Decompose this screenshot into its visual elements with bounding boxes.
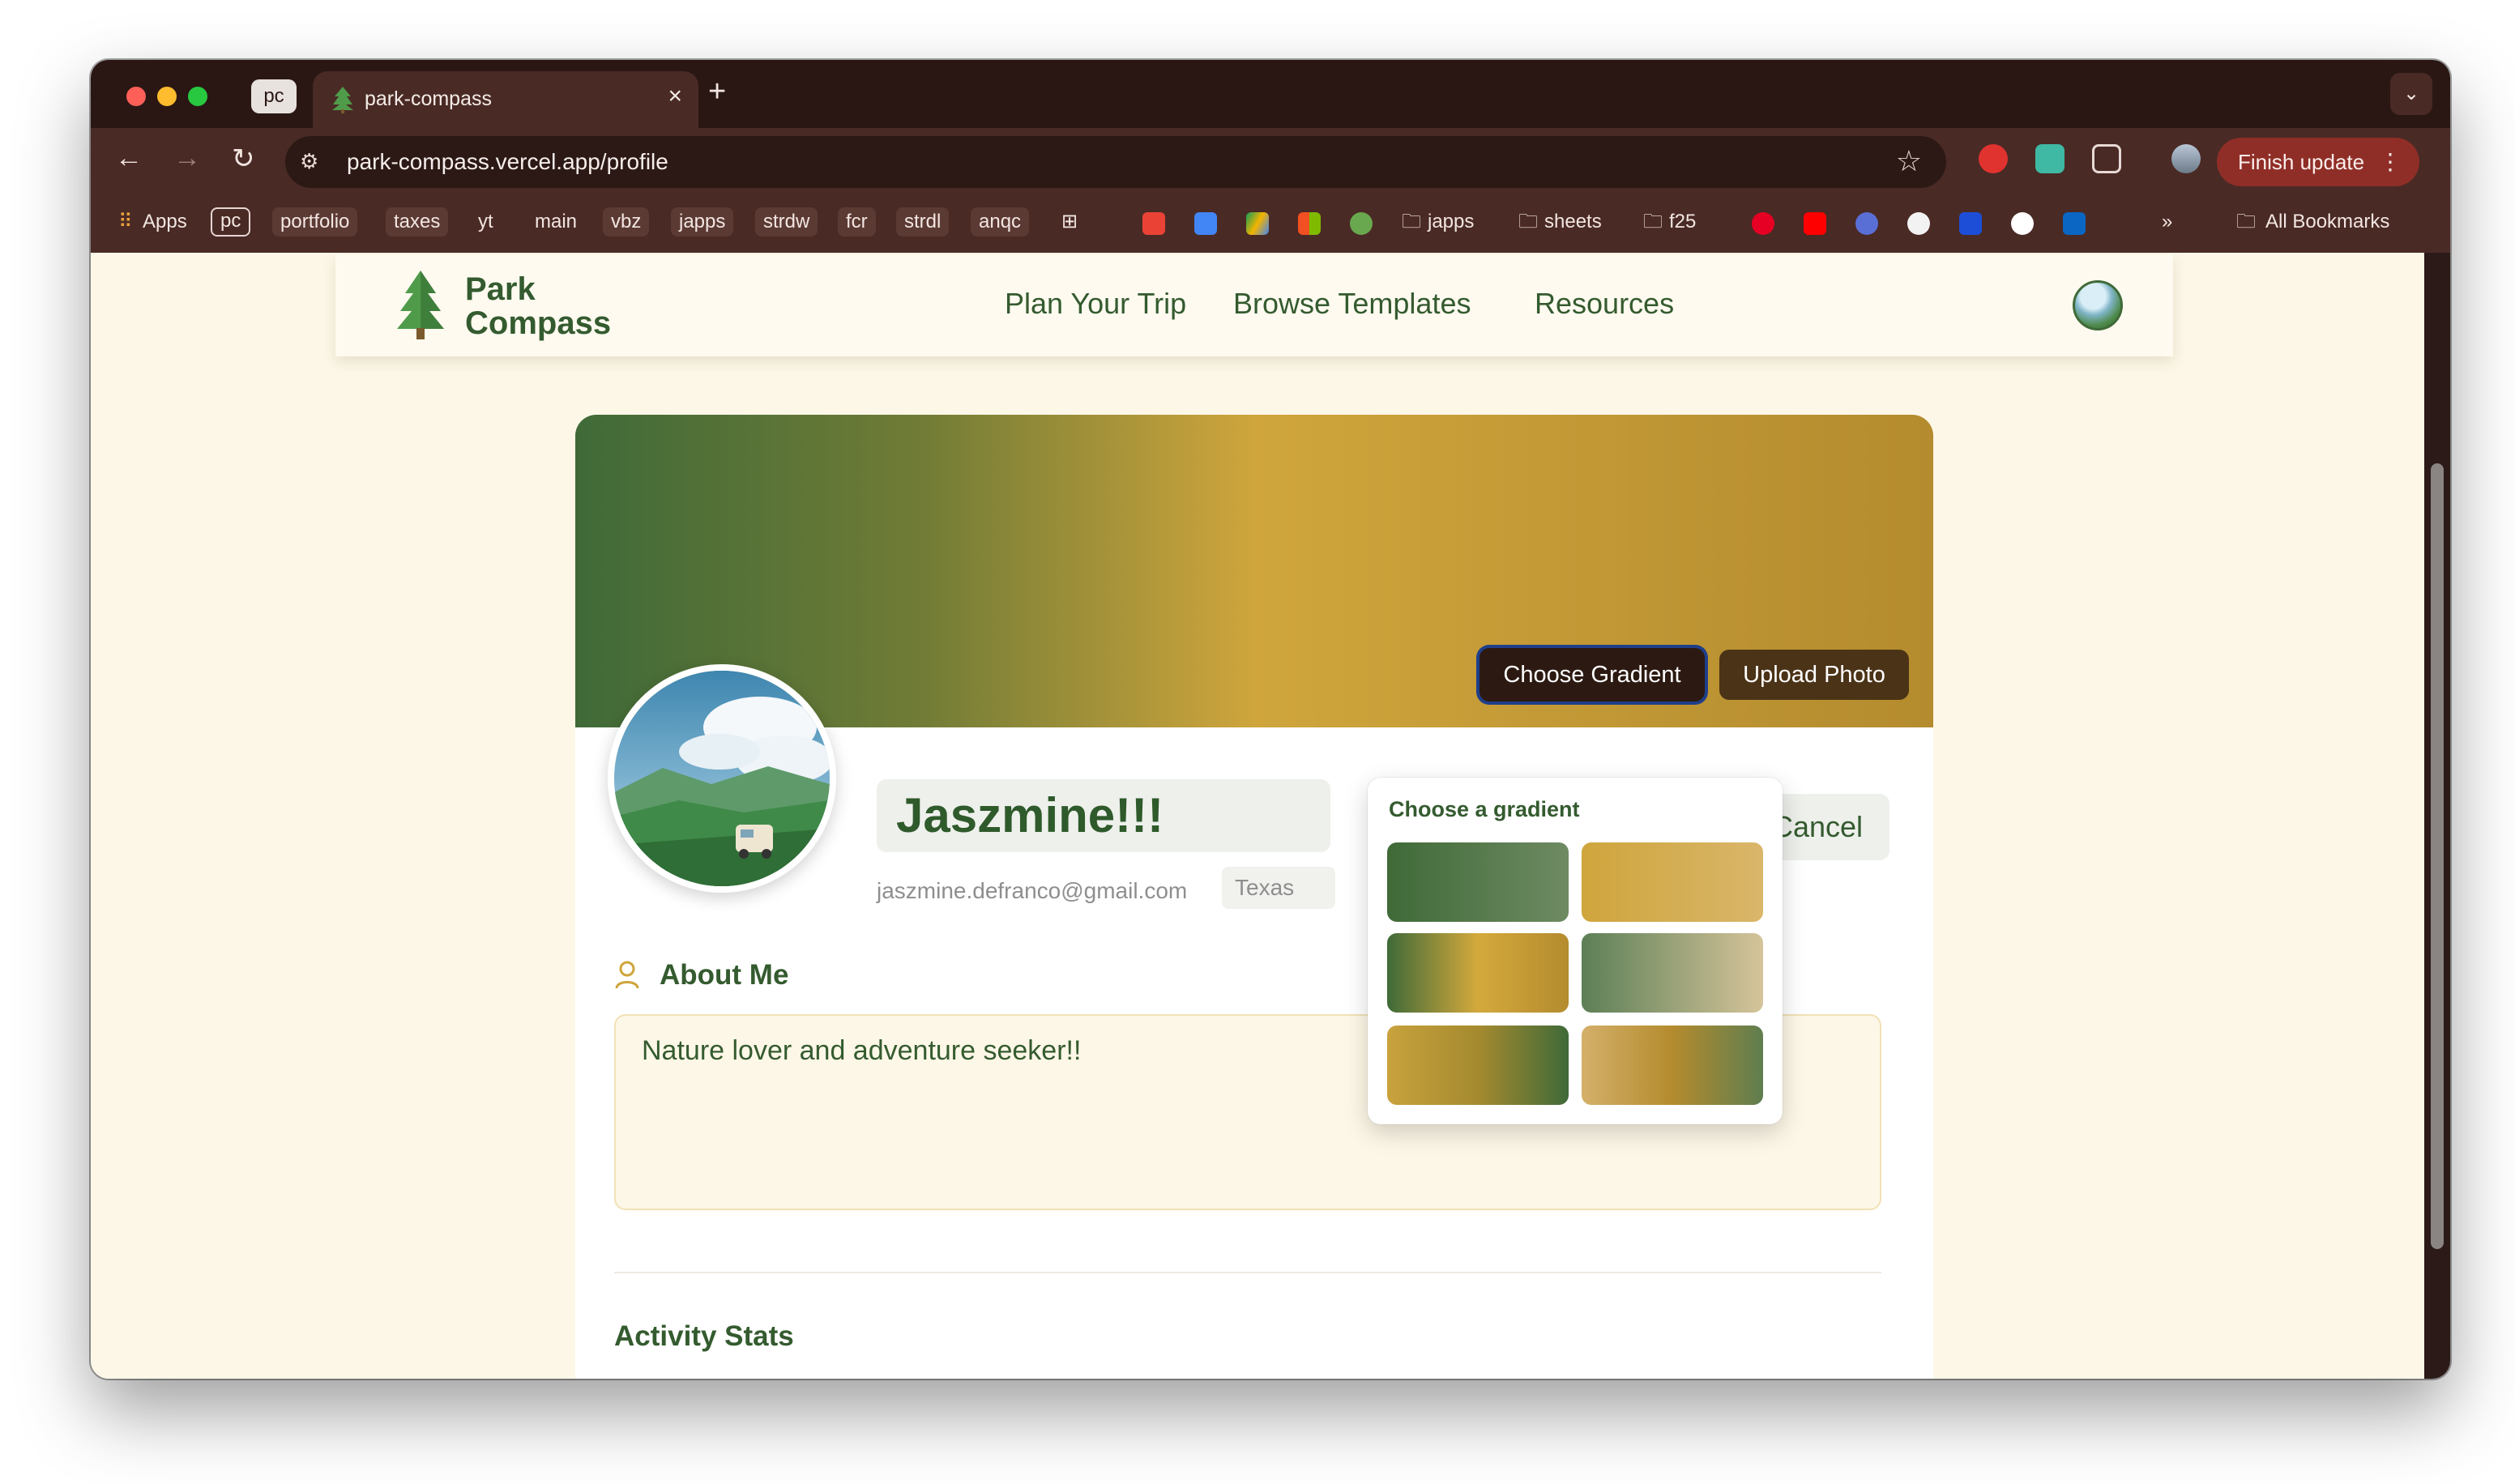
browser-titlebar: pc park-compass × + ⌄ [91, 60, 2450, 128]
bookmark-strdl[interactable]: strdl [896, 207, 950, 237]
active-tab[interactable]: park-compass × [313, 71, 698, 128]
bookmark-star-icon[interactable]: ☆ [1896, 144, 1922, 178]
microsoft-icon[interactable] [1298, 212, 1321, 235]
profile-photo[interactable] [608, 664, 836, 893]
gradient-option-3[interactable] [1387, 933, 1569, 1013]
gradient-picker-title: Choose a gradient [1389, 797, 1580, 821]
extension-teal-icon[interactable] [2035, 144, 2065, 173]
bookmark-pc[interactable]: pc [211, 207, 251, 237]
tab-search-chevron-icon[interactable]: ⌄ [2390, 73, 2432, 115]
bookmark-vbz[interactable]: vbz [603, 207, 650, 237]
nav-plan-your-trip[interactable]: Plan Your Trip [1005, 287, 1186, 321]
folder-label: sheets [1544, 211, 1602, 232]
site-header: Park Compass Plan Your Trip Browse Templ… [335, 254, 2173, 356]
youtube-icon[interactable] [1804, 212, 1826, 235]
close-window-button[interactable] [126, 87, 146, 106]
finish-update-button[interactable]: Finish update ⋮ [2217, 138, 2419, 186]
all-bookmarks-label: All Bookmarks [2265, 211, 2390, 232]
gradient-option-4[interactable] [1582, 933, 1763, 1013]
pinned-tab[interactable]: pc [251, 79, 297, 113]
nav-resources[interactable]: Resources [1535, 287, 1674, 321]
drive-icon[interactable] [1246, 212, 1269, 235]
site-info-icon[interactable]: ⚙ [300, 149, 318, 174]
back-arrow-icon[interactable]: ← [115, 143, 143, 174]
tree-logo-icon[interactable] [394, 269, 447, 340]
bookmark-strdw[interactable]: strdw [755, 207, 818, 237]
bookmark-japps[interactable]: japps [671, 207, 734, 237]
page-viewport: Park Compass Plan Your Trip Browse Templ… [91, 253, 2424, 1379]
maximize-window-button[interactable] [188, 87, 207, 106]
logo-line-park: Park [465, 271, 536, 307]
bookmark-folder-sheets[interactable]: 🗀 sheets [1512, 207, 1610, 237]
folder-icon: 🗀 [2236, 211, 2256, 232]
folder-icon: 🗀 [1518, 211, 1538, 232]
github-icon[interactable] [1907, 212, 1930, 235]
folder-icon: 🗀 [1402, 211, 1421, 232]
upload-photo-button[interactable]: Upload Photo [1719, 650, 1909, 700]
display-name-input[interactable]: Jaszmine!!! [877, 779, 1330, 852]
folder-label: f25 [1669, 211, 1697, 232]
kebab-menu-icon[interactable]: ⋮ [2379, 138, 2402, 186]
nav-browse-templates[interactable]: Browse Templates [1233, 287, 1471, 321]
gradient-picker-popover: Choose a gradient [1368, 778, 1783, 1124]
gradient-option-6[interactable] [1582, 1026, 1763, 1105]
folder-icon: 🗀 [1643, 211, 1663, 232]
close-tab-icon[interactable]: × [668, 83, 682, 110]
new-tab-icon[interactable]: + [708, 75, 726, 109]
gmail-icon[interactable] [1142, 212, 1165, 235]
gradient-option-2[interactable] [1582, 842, 1763, 922]
bookmark-yt[interactable]: yt [470, 207, 502, 237]
profile-avatar-icon[interactable] [2171, 144, 2201, 173]
gradient-option-1[interactable] [1387, 842, 1569, 922]
bookmark-fcr[interactable]: fcr [838, 207, 876, 237]
bookmarks-bar: ⠿ Apps pc portfolio taxes yt main vbz ja… [91, 193, 2450, 254]
leaf-icon[interactable] [1350, 212, 1373, 235]
page-scrollbar[interactable] [2424, 253, 2450, 1379]
address-url[interactable]: park-compass.vercel.app/profile [347, 149, 668, 175]
bookmarks-overflow-icon[interactable]: » [2154, 207, 2180, 237]
bookmark-anqc[interactable]: anqc [971, 207, 1030, 237]
scrollbar-thumb[interactable] [2431, 463, 2444, 1249]
calendar-icon[interactable] [1194, 212, 1217, 235]
location-badge: Texas [1222, 867, 1335, 909]
extension-red-icon[interactable] [1979, 144, 2008, 173]
site-logo-text[interactable]: Park Compass [465, 272, 611, 340]
bookmark-portfolio[interactable]: portfolio [272, 207, 358, 237]
tab-title: park-compass [365, 87, 492, 110]
pinterest-icon[interactable] [1752, 212, 1774, 235]
activity-stats-heading: Activity Stats [614, 1320, 794, 1352]
user-icon [615, 961, 639, 989]
bookmark-folder-japps[interactable]: 🗀 japps [1395, 207, 1482, 237]
tab-groups-icon[interactable]: ⊞ [1053, 207, 1086, 237]
forward-arrow-icon[interactable]: → [173, 143, 201, 174]
gradient-option-5[interactable] [1387, 1026, 1569, 1105]
address-bar[interactable]: ⚙ park-compass.vercel.app/profile ☆ [285, 136, 1946, 188]
browser-window: pc park-compass × + ⌄ ← → ↻ ⚙ park-compa… [91, 60, 2450, 1379]
apps-grid-icon: ⠿ [118, 211, 133, 232]
user-avatar[interactable] [2073, 280, 2123, 330]
bird-icon[interactable] [1855, 212, 1878, 235]
bookmark-apps[interactable]: ⠿ Apps [110, 207, 195, 237]
bookmark-label: Apps [143, 211, 187, 232]
linkedin-icon[interactable] [2063, 212, 2086, 235]
bookmark-taxes[interactable]: taxes [386, 207, 449, 237]
extensions-puzzle-icon[interactable] [2092, 144, 2121, 173]
landscape-photo-icon [614, 671, 830, 886]
about-me-heading: About Me [660, 959, 789, 991]
tree-favicon-icon [332, 87, 353, 113]
all-bookmarks[interactable]: 🗀 All Bookmarks [2230, 207, 2398, 237]
bookmark-main[interactable]: main [527, 207, 585, 237]
section-divider [614, 1272, 1881, 1273]
logo-line-compass: Compass [465, 305, 612, 341]
email-text: jaszmine.defranco@gmail.com [877, 878, 1188, 903]
browser-toolbar: ← → ↻ ⚙ park-compass.vercel.app/profile … [91, 128, 2450, 193]
choose-gradient-button[interactable]: Choose Gradient [1480, 648, 1705, 701]
minimize-window-button[interactable] [157, 87, 177, 106]
app-a-icon[interactable] [1959, 212, 1982, 235]
finish-update-label: Finish update [2238, 150, 2365, 174]
openai-icon[interactable] [2011, 212, 2034, 235]
bookmark-folder-f25[interactable]: 🗀 f25 [1637, 207, 1704, 237]
folder-label: japps [1428, 211, 1475, 232]
reload-icon[interactable]: ↻ [232, 143, 255, 175]
